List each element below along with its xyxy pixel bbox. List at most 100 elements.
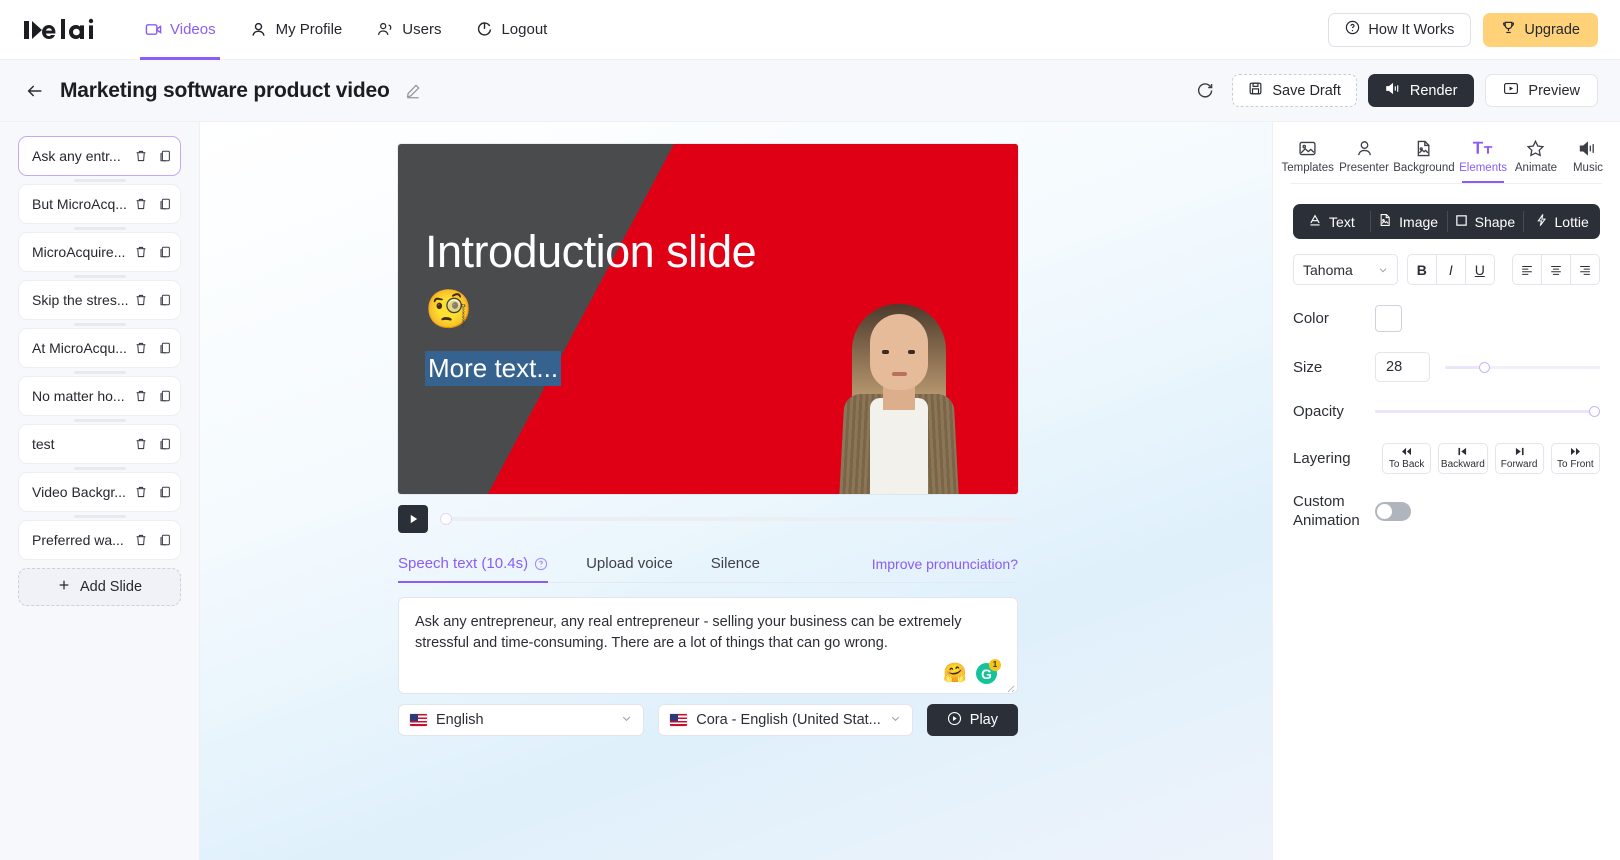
tab-upload-voice[interactable]: Upload voice [586,555,673,582]
nav-item-users[interactable]: Users [376,0,441,60]
tab-templates[interactable]: Templates [1279,136,1336,183]
add-slide-label: Add Slide [79,579,143,595]
tab-silence[interactable]: Silence [711,555,760,582]
duplicate-icon[interactable] [157,389,172,404]
insert-lottie-button[interactable]: Lottie [1523,204,1600,239]
more-text-element[interactable]: More text... [425,351,562,386]
delete-icon[interactable] [133,149,148,164]
slide-item-6[interactable]: No matter ho... [18,376,181,416]
backward-button[interactable]: Backward [1438,443,1488,474]
panel-divider [1291,183,1602,184]
nav-item-my-profile[interactable]: My Profile [250,0,342,60]
tab-speech-text[interactable]: Speech text (10.4s) [398,555,549,583]
color-swatch[interactable] [1375,305,1402,332]
language-select[interactable]: English [398,704,645,736]
help-circle-icon[interactable] [534,557,548,571]
italic-label: I [1448,261,1453,278]
insert-shape-button[interactable]: Shape [1446,204,1524,239]
duplicate-icon[interactable] [157,533,172,548]
back-arrow-icon[interactable] [22,78,48,104]
opacity-slider[interactable] [1375,406,1600,418]
delete-icon[interactable] [133,245,148,260]
slide-item-2[interactable]: But MicroAcq... [18,184,181,224]
font-family-select[interactable]: Tahoma [1293,254,1398,285]
to-back-icon [1400,447,1413,459]
underline-button[interactable]: U [1464,254,1495,285]
bold-button[interactable]: B [1406,254,1437,285]
tab-elements[interactable]: Elements [1456,136,1510,183]
nav-item-logout[interactable]: Logout [475,0,547,60]
tab-presenter[interactable]: Presenter [1336,136,1391,183]
align-right-button[interactable] [1570,254,1600,285]
size-slider-knob[interactable] [1478,361,1490,373]
custom-animation-toggle[interactable] [1375,501,1411,521]
slide-item-8[interactable]: Video Backgr... [18,472,181,512]
nav-item-videos[interactable]: Videos [140,0,220,60]
slide-item-3[interactable]: MicroAcquire... [18,232,181,272]
align-center-button[interactable] [1541,254,1571,285]
to-back-button[interactable]: To Back [1382,443,1432,474]
slide-item-1[interactable]: Ask any entr... [18,136,181,176]
timeline-track [440,517,1018,521]
voice-select[interactable]: Cora - English (United Stat... [658,704,913,736]
slide-item-4[interactable]: Skip the stres... [18,280,181,320]
delete-icon[interactable] [133,197,148,212]
duplicate-icon[interactable] [157,485,172,500]
italic-button[interactable]: I [1435,254,1466,285]
textarea-resize-handle[interactable] [1004,680,1015,693]
insert-text-button[interactable]: Text [1293,204,1370,239]
how-it-works-button[interactable]: How It Works [1328,12,1472,47]
save-draft-button[interactable]: Save Draft [1232,74,1357,107]
opacity-property-row: Opacity [1293,402,1600,421]
project-actions: Save Draft Render Preview [1193,74,1598,107]
nav-label-logout: Logout [501,21,548,38]
tab-music[interactable]: Music [1562,136,1614,183]
undo-history-icon[interactable] [1193,79,1217,103]
slide-item-9[interactable]: Preferred wa... [18,520,181,560]
speech-text-input[interactable]: Ask any entrepreneur, any real entrepren… [398,597,1018,694]
timeline-knob[interactable] [440,513,452,525]
align-left-button[interactable] [1512,254,1542,285]
timeline-scrubber[interactable] [440,512,1018,526]
render-button[interactable]: Render [1367,74,1475,107]
size-input[interactable]: 28 [1375,352,1430,382]
delete-icon[interactable] [133,341,148,356]
emoji-picker-icon[interactable]: 🤗 [943,664,967,683]
grammarly-icon[interactable]: G 1 [976,659,1001,684]
delete-icon[interactable] [133,293,148,308]
size-slider[interactable] [1445,361,1600,373]
timeline-play-button[interactable] [398,505,428,533]
edit-pencil-icon[interactable] [404,82,422,100]
improve-pronunciation-link[interactable]: Improve pronunciation? [872,556,1018,582]
delete-icon[interactable] [133,437,148,452]
opacity-slider-knob[interactable] [1589,406,1600,417]
to-front-button[interactable]: To Front [1550,443,1600,474]
slide-item-5[interactable]: At MicroAcqu... [18,328,181,368]
plus-icon [57,578,71,596]
duplicate-icon[interactable] [157,437,172,452]
preview-button[interactable]: Preview [1485,74,1598,107]
duplicate-icon[interactable] [157,293,172,308]
add-slide-button[interactable]: Add Slide [18,568,181,606]
slide-title-text[interactable]: Introduction slide [425,226,757,278]
tab-background[interactable]: Background [1392,136,1456,183]
forward-button[interactable]: Forward [1494,443,1544,474]
color-property-row: Color [1293,305,1600,332]
tab-animate[interactable]: Animate [1510,136,1562,183]
insert-image-button[interactable]: Image [1369,204,1447,239]
monocle-emoji-element[interactable]: 🧐 [425,291,472,329]
delete-icon[interactable] [133,533,148,548]
delete-icon[interactable] [133,389,148,404]
duplicate-icon[interactable] [157,197,172,212]
slide-canvas[interactable]: Introduction slide 🧐 More text... [398,144,1018,494]
play-voice-button[interactable]: Play [926,704,1018,736]
duplicate-icon[interactable] [157,341,172,356]
duplicate-icon[interactable] [157,149,172,164]
duplicate-icon[interactable] [157,245,172,260]
slide-item-7[interactable]: test [18,424,181,464]
voice-controls-row: English Cora - English (United Stat... P… [398,704,1018,736]
size-slider-fill [1445,365,1484,369]
upgrade-button[interactable]: Upgrade [1483,12,1598,47]
elai-logo[interactable] [22,17,114,43]
delete-icon[interactable] [133,485,148,500]
